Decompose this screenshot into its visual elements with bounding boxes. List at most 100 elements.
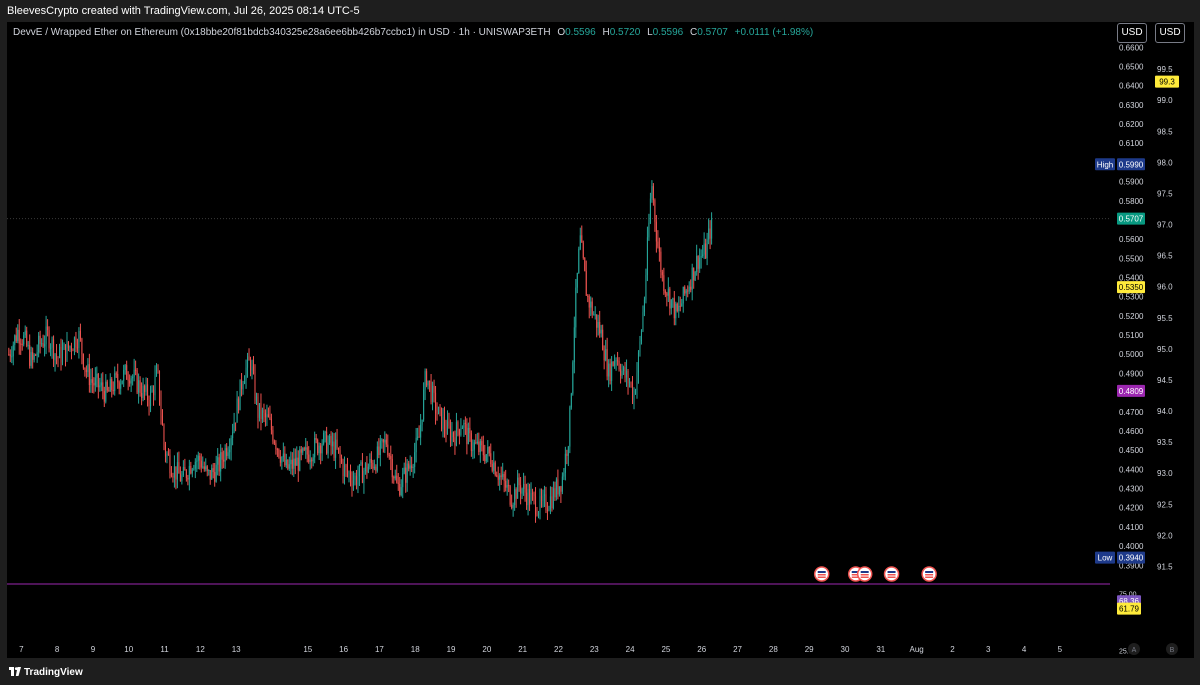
candle-body bbox=[202, 466, 204, 468]
price-tick-label: 0.4600 bbox=[1119, 427, 1144, 436]
candle-body bbox=[127, 379, 129, 381]
candle-body bbox=[227, 452, 229, 456]
price-tick-label: 0.4700 bbox=[1119, 408, 1144, 417]
candle-body bbox=[208, 470, 210, 472]
candle-body bbox=[496, 475, 498, 477]
candle-body bbox=[690, 286, 692, 290]
candle-body bbox=[603, 350, 605, 361]
candle-body bbox=[517, 477, 519, 499]
candle-body bbox=[244, 380, 246, 384]
level-a-badge: 0.5350 bbox=[1119, 283, 1144, 292]
candle-body bbox=[59, 346, 61, 358]
candle-body bbox=[529, 489, 531, 504]
candle-body bbox=[518, 477, 520, 486]
candle-body bbox=[409, 465, 411, 469]
candle-body bbox=[157, 368, 159, 371]
candle-body bbox=[573, 327, 575, 363]
price-chart[interactable]: 0.66000.65000.64000.63000.62000.61000.60… bbox=[7, 22, 1194, 658]
candle-body bbox=[406, 463, 408, 483]
candle-body bbox=[61, 349, 64, 363]
candle-body bbox=[96, 373, 98, 378]
candle-body bbox=[691, 267, 693, 290]
candle-body bbox=[269, 417, 271, 419]
candle-body bbox=[600, 329, 602, 334]
candle-body bbox=[200, 460, 202, 468]
candle-body bbox=[178, 462, 180, 474]
candle-body bbox=[33, 354, 35, 360]
candle-body bbox=[633, 393, 635, 400]
level-b-badge: 0.4809 bbox=[1119, 387, 1144, 396]
candle-body bbox=[90, 379, 92, 386]
candle-body bbox=[255, 396, 258, 401]
candle-body bbox=[281, 457, 283, 463]
candle-body bbox=[663, 275, 665, 291]
candle-body bbox=[229, 449, 231, 453]
candle-body bbox=[506, 484, 508, 488]
chart-frame[interactable]: 0.66000.65000.64000.63000.62000.61000.60… bbox=[7, 22, 1194, 658]
candle-body bbox=[239, 379, 241, 411]
candle-body bbox=[351, 480, 353, 487]
candle-body bbox=[382, 439, 384, 443]
candle-body bbox=[590, 301, 592, 308]
price-tick-label: 0.6300 bbox=[1119, 101, 1144, 110]
candle-body bbox=[45, 326, 47, 345]
candle-body bbox=[405, 467, 407, 483]
candle-body bbox=[433, 385, 435, 393]
currency-button-right[interactable]: USD bbox=[1155, 23, 1185, 43]
flag-stripe bbox=[887, 571, 896, 573]
candle-body bbox=[175, 466, 177, 480]
candle-body bbox=[649, 198, 651, 223]
candle-body bbox=[569, 407, 571, 447]
candle-body bbox=[194, 461, 196, 469]
time-axis-label: 25 bbox=[661, 645, 670, 654]
candle-body bbox=[153, 389, 155, 396]
candle-body bbox=[358, 464, 360, 477]
candle-body bbox=[344, 465, 346, 477]
flag-stripe bbox=[925, 571, 934, 573]
candle-body bbox=[594, 314, 596, 316]
price-tick-label: 0.5900 bbox=[1119, 178, 1144, 187]
candle-body bbox=[708, 228, 710, 240]
price-tick-label: 0.4200 bbox=[1119, 504, 1144, 513]
candle-body bbox=[408, 463, 410, 469]
candle-body bbox=[533, 493, 535, 497]
candle-body bbox=[618, 360, 620, 370]
candle-body bbox=[236, 398, 238, 423]
candle-body bbox=[452, 432, 454, 438]
candle-body bbox=[232, 432, 234, 438]
candle-body bbox=[570, 393, 572, 408]
candle-body bbox=[70, 346, 72, 351]
candle-body bbox=[660, 251, 662, 273]
candle-body bbox=[205, 466, 207, 470]
candle-body bbox=[388, 455, 390, 457]
candle-body bbox=[50, 347, 52, 349]
candle-body bbox=[376, 446, 378, 471]
flag-stripe bbox=[925, 576, 934, 578]
candle-body bbox=[284, 453, 286, 466]
time-axis-label: 24 bbox=[626, 645, 635, 654]
candle-body bbox=[545, 494, 547, 511]
candle-body bbox=[709, 228, 711, 239]
time-axis-label: 2 bbox=[950, 645, 955, 654]
flag-stripe bbox=[925, 574, 934, 576]
candle-body bbox=[17, 329, 19, 342]
candle-body bbox=[311, 459, 313, 462]
candle-body bbox=[105, 381, 107, 402]
candle-body bbox=[155, 368, 158, 376]
candle-body bbox=[75, 337, 77, 348]
tradingview-logo[interactable]: TradingView bbox=[9, 667, 83, 678]
candle-body bbox=[332, 441, 334, 447]
candle-body bbox=[630, 382, 632, 384]
candle-body bbox=[438, 406, 440, 415]
candle-body bbox=[94, 377, 96, 386]
flag-stripe bbox=[817, 574, 826, 576]
secondary-tick-label: 98.0 bbox=[1157, 158, 1173, 167]
secondary-tick-label: 95.0 bbox=[1157, 345, 1173, 354]
candle-body bbox=[56, 354, 58, 358]
candle-body bbox=[251, 366, 253, 371]
currency-button-left[interactable]: USD bbox=[1117, 23, 1147, 43]
candle-body bbox=[621, 370, 623, 376]
secondary-tick-label: 96.0 bbox=[1157, 283, 1173, 292]
candle-body bbox=[457, 422, 459, 430]
candle-body bbox=[555, 479, 557, 498]
